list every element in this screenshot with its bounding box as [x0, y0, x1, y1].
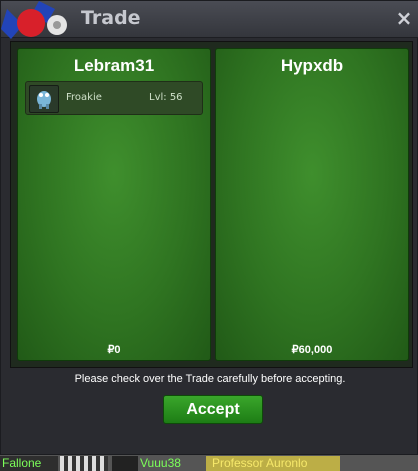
window-title: Trade [81, 7, 141, 29]
trade-panel-left: Lebram31 Froakie Lvl: 56 ₽0 [17, 48, 211, 361]
world-player-strip: Fallone Vuuu38 Professor Auronlo [0, 455, 418, 471]
pokemon-name: Froakie [66, 92, 102, 103]
trade-panel-right: Hypxdb ₽60,000 [215, 48, 409, 361]
title-bar[interactable]: Trade × [1, 1, 418, 39]
trainer-name-left: Lebram31 [73, 56, 155, 75]
trade-area: Lebram31 Froakie Lvl: 56 ₽0 Hypxdb ₽60,0… [10, 41, 413, 368]
player-name[interactable]: Fallone [2, 456, 41, 470]
pokeball-logo-icon [1, 1, 67, 39]
player-sprite-icon [112, 456, 138, 471]
trainer-name-right: Hypxdb [280, 56, 344, 75]
player-name[interactable]: Vuuu38 [140, 456, 181, 470]
player-name[interactable]: Professor Auronlo [212, 456, 307, 470]
froakie-sprite-icon [29, 85, 59, 113]
trade-notice: Please check over the Trade carefully be… [74, 373, 346, 385]
close-button[interactable]: × [395, 8, 413, 28]
money-offer-right: ₽60,000 [291, 344, 333, 356]
trade-window: Trade × Lebram31 Froakie Lvl: 56 ₽0 Hypx… [0, 0, 418, 455]
accept-button[interactable]: Accept [163, 395, 263, 424]
player-sprite-icon [60, 456, 108, 471]
pokemon-level: Lvl: 56 [149, 92, 183, 103]
offered-pokemon-row[interactable]: Froakie Lvl: 56 [25, 81, 203, 115]
money-offer-left: ₽0 [107, 344, 121, 356]
